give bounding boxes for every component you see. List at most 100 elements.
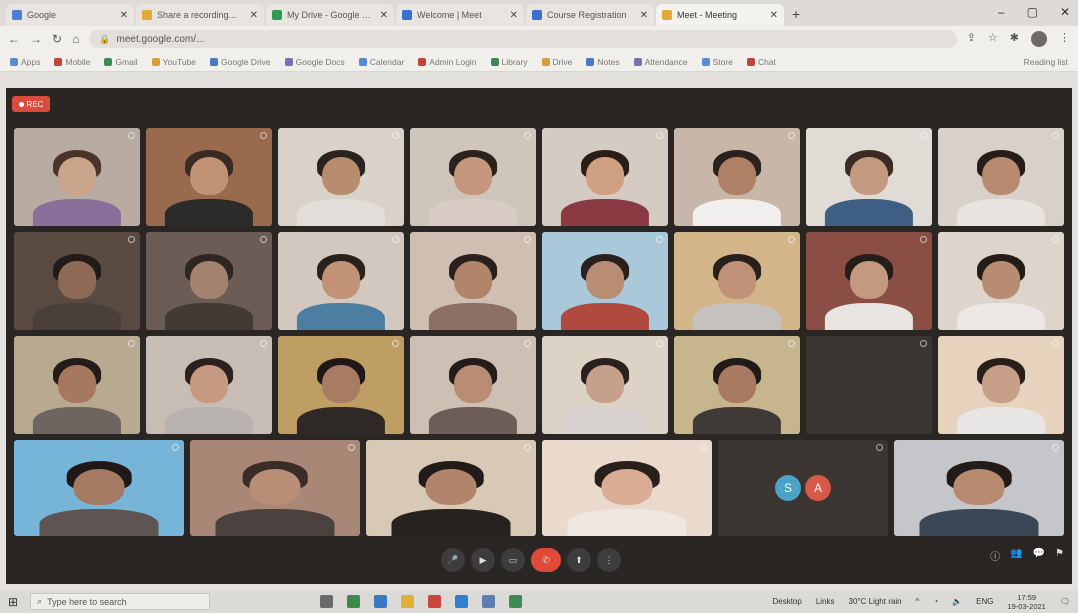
activities-icon[interactable]: ⚑ (1055, 548, 1064, 563)
tab-close-icon[interactable]: ✕ (510, 10, 518, 21)
browser-tab[interactable]: Welcome | Meet ✕ (396, 4, 524, 26)
end-call-button[interactable]: ✆ (531, 548, 561, 572)
meeting-info-icon[interactable]: ⓘ (990, 548, 1000, 563)
notifications-icon[interactable]: 🗨 (1060, 597, 1070, 606)
bookmark-link[interactable]: YouTube (151, 57, 196, 67)
task-view-icon[interactable] (320, 595, 334, 608)
clock[interactable]: 17:59 19-03-2021 (1007, 593, 1045, 611)
weather-widget[interactable]: 30°C Light rain (849, 597, 902, 606)
participant-tile[interactable] (806, 232, 932, 330)
bookmark-link[interactable]: Apps (10, 57, 40, 67)
browser-tab[interactable]: My Drive - Google Driv ✕ (266, 4, 394, 26)
participant-tile[interactable] (410, 336, 536, 434)
mic-button[interactable]: 🎤 (441, 548, 465, 572)
participant-tile[interactable] (14, 128, 140, 226)
minimize-button[interactable]: – (998, 5, 1005, 19)
browser-tab[interactable]: Share a recording... ✕ (136, 4, 264, 26)
new-tab-button[interactable]: + (792, 6, 800, 22)
app-icon-7[interactable] (509, 595, 523, 608)
participant-tile[interactable] (674, 232, 800, 330)
volume-icon[interactable]: 🔈 (952, 597, 962, 606)
chat-icon[interactable]: 💬 (1033, 548, 1045, 563)
participant-tile[interactable] (366, 440, 536, 536)
reload-icon[interactable]: ↻ (52, 32, 62, 46)
bookmark-link[interactable]: Calendar (358, 57, 404, 67)
share-icon[interactable]: ⇪ (967, 31, 976, 47)
participant-tile[interactable] (14, 336, 140, 434)
bookmark-link[interactable]: Library (490, 57, 528, 67)
bookmark-link[interactable]: Attendance (633, 57, 688, 67)
taskbar-search[interactable]: ⌕ Type here to search (30, 593, 211, 610)
participant-tile[interactable] (674, 128, 800, 226)
star-icon[interactable]: ☆ (988, 31, 998, 47)
participant-tile[interactable] (410, 128, 536, 226)
people-icon[interactable]: 👥 (1010, 548, 1022, 563)
participant-tile[interactable] (938, 128, 1064, 226)
app-icon-1[interactable] (347, 595, 361, 608)
participant-tile[interactable] (806, 336, 932, 434)
bookmark-link[interactable]: Gmail (104, 57, 138, 67)
maximize-button[interactable]: ▢ (1027, 5, 1038, 19)
forward-icon[interactable]: → (30, 32, 42, 46)
file-explorer-icon[interactable] (401, 595, 415, 608)
tab-close-icon[interactable]: ✕ (380, 10, 388, 21)
participant-tile[interactable] (278, 336, 404, 434)
bookmark-link[interactable]: Admin Login (418, 57, 477, 67)
reading-list-link[interactable]: Reading list (1024, 57, 1068, 67)
participant-tile[interactable] (190, 440, 360, 536)
participant-tile[interactable] (938, 232, 1064, 330)
participant-tile[interactable] (14, 440, 184, 536)
app-icon-2[interactable] (374, 595, 388, 608)
app-icon-5[interactable] (455, 595, 469, 608)
present-button[interactable]: ⬆ (567, 548, 591, 572)
participant-tile[interactable] (542, 232, 668, 330)
bookmark-link[interactable]: Google Drive (210, 57, 271, 67)
captions-button[interactable]: ▭ (501, 548, 525, 572)
tab-close-icon[interactable]: ✕ (250, 10, 258, 21)
tray-chevron-icon[interactable]: ^ (916, 597, 920, 606)
participant-tile[interactable] (278, 128, 404, 226)
menu-icon[interactable]: ⋮ (1059, 31, 1070, 47)
participant-tile[interactable] (542, 336, 668, 434)
browser-tab[interactable]: Course Registration ✕ (526, 4, 654, 26)
home-icon[interactable]: ⌂ (72, 32, 79, 46)
participant-tile[interactable] (146, 128, 272, 226)
windows-start-icon[interactable]: ⊞ (8, 595, 18, 609)
browser-tab[interactable]: Google ✕ (6, 4, 134, 26)
close-window-button[interactable]: ✕ (1060, 5, 1070, 19)
participant-tile[interactable] (146, 232, 272, 330)
tab-close-icon[interactable]: ✕ (770, 10, 778, 21)
links-toolbar[interactable]: Links (816, 597, 835, 606)
camera-button[interactable]: ▶ (471, 548, 495, 572)
back-icon[interactable]: ← (8, 32, 20, 46)
participant-tile[interactable] (894, 440, 1064, 536)
network-icon[interactable]: ◔ (933, 597, 938, 606)
extensions-icon[interactable]: ✱ (1010, 31, 1019, 47)
bookmark-link[interactable]: Notes (586, 57, 620, 67)
tab-close-icon[interactable]: ✕ (120, 10, 128, 21)
language-indicator[interactable]: ENG (976, 597, 993, 606)
profile-avatar[interactable] (1031, 31, 1047, 47)
participant-tile[interactable] (674, 336, 800, 434)
desktop-toolbar[interactable]: Desktop (772, 597, 801, 606)
more-button[interactable]: ⋮ (597, 548, 621, 572)
bookmark-link[interactable]: Drive (541, 57, 572, 67)
participant-tile[interactable]: SA (718, 440, 888, 536)
bookmark-link[interactable]: Store (701, 57, 733, 67)
participant-tile[interactable] (806, 128, 932, 226)
browser-tab[interactable]: Meet - Meeting ✕ (656, 4, 784, 26)
url-field[interactable]: 🔒 meet.google.com/... (89, 30, 957, 48)
participant-tile[interactable] (542, 440, 712, 536)
bookmark-link[interactable]: Mobile (54, 57, 90, 67)
bookmark-link[interactable]: Chat (746, 57, 776, 67)
participant-tile[interactable] (278, 232, 404, 330)
participant-tile[interactable] (14, 232, 140, 330)
participant-tile[interactable] (938, 336, 1064, 434)
participant-tile[interactable] (146, 336, 272, 434)
app-icon-6[interactable] (482, 595, 496, 608)
participant-tile[interactable] (542, 128, 668, 226)
bookmark-link[interactable]: Google Docs (284, 57, 345, 67)
tab-close-icon[interactable]: ✕ (640, 10, 648, 21)
chrome-icon[interactable] (428, 595, 442, 608)
participant-tile[interactable] (410, 232, 536, 330)
